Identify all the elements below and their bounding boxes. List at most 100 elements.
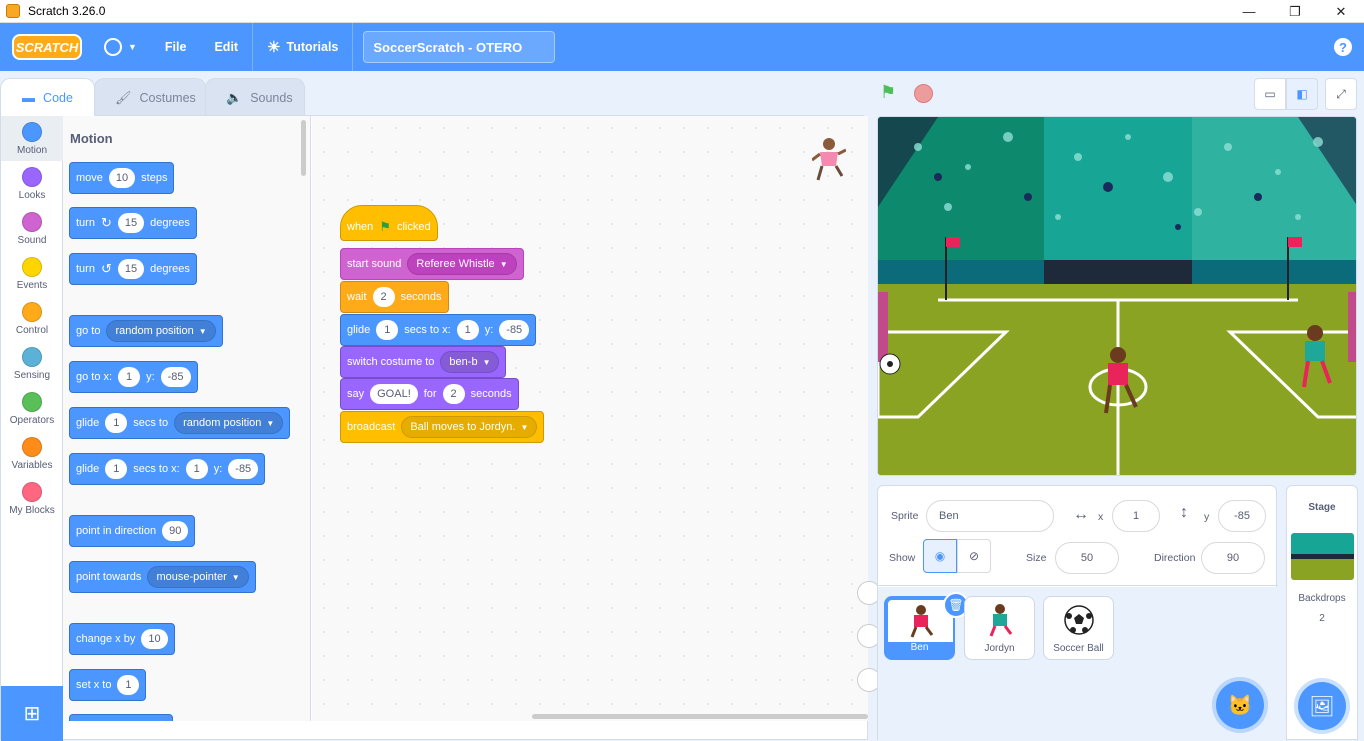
number-input[interactable]: 15: [117, 259, 145, 279]
category-sensing[interactable]: Sensing: [1, 341, 63, 386]
category-looks[interactable]: Looks: [1, 161, 63, 206]
project-title-input[interactable]: SoccerScratch - OTERO: [363, 31, 556, 63]
add-sprite-button[interactable]: 🐱: [1216, 681, 1264, 729]
stop-icon[interactable]: [914, 84, 933, 103]
block-move-steps[interactable]: move 10 steps: [69, 162, 175, 194]
tab-sounds[interactable]: 🔈 Sounds: [205, 78, 305, 116]
target-dropdown[interactable]: random position ▼: [174, 412, 284, 434]
tab-costumes[interactable]: 🖌 Costumes: [94, 78, 206, 116]
add-extension-button[interactable]: ⊞: [1, 686, 63, 741]
workspace-scrollbar[interactable]: [532, 714, 868, 719]
edit-menu[interactable]: Edit: [200, 23, 252, 71]
block-wait[interactable]: wait 2 seconds: [340, 281, 449, 313]
category-my-blocks[interactable]: My Blocks: [1, 476, 63, 521]
block-turn-right[interactable]: turn ↻ 15 degrees: [69, 207, 197, 239]
message-dropdown[interactable]: Ball moves to Jordyn. ▼: [401, 416, 538, 438]
restore-button[interactable]: ❐: [1272, 0, 1318, 23]
green-flag-icon[interactable]: ⚑: [880, 82, 896, 103]
x-input[interactable]: 1: [1112, 500, 1160, 532]
chevron-down-icon: ▼: [482, 357, 491, 367]
block-set-x[interactable]: set x to 1: [69, 669, 147, 701]
block-turn-left[interactable]: turn ↺ 15 degrees: [69, 253, 197, 285]
block-glide-xy[interactable]: glide 1 secs to x: 1 y: -85: [69, 453, 266, 485]
sound-dropdown[interactable]: Referee Whistle ▼: [407, 253, 517, 275]
choose-backdrop-button[interactable]: 🖼: [1298, 682, 1346, 730]
message-input[interactable]: GOAL!: [370, 384, 418, 404]
number-input[interactable]: 1: [117, 675, 140, 695]
target-dropdown[interactable]: mouse-pointer ▼: [147, 566, 249, 588]
palette-scrollbar[interactable]: [301, 120, 306, 176]
help-icon[interactable]: ?: [1334, 38, 1352, 56]
scratch-logo[interactable]: SCRATCH: [12, 34, 82, 60]
block-switch-costume[interactable]: switch costume to ben-b ▼: [340, 346, 507, 378]
sprite-tile-soccer-ball[interactable]: Soccer Ball: [1043, 596, 1114, 660]
category-operators[interactable]: Operators: [1, 386, 63, 431]
add-extension-icon: ⊞: [23, 703, 41, 725]
chevron-down-icon: ▼: [231, 572, 240, 582]
stage-selector[interactable]: Stage Backdrops 2 🖼: [1286, 485, 1358, 740]
show-visible-button[interactable]: ◉: [923, 539, 957, 573]
fullscreen-button[interactable]: ⤢: [1325, 78, 1357, 110]
cat-plus-icon: 🐱: [1227, 694, 1253, 717]
y-arrows-icon: ↕: [1180, 504, 1188, 521]
block-change-x[interactable]: change x by 10: [69, 623, 175, 655]
sprite-tile-ben[interactable]: Ben 🗑: [884, 592, 969, 660]
block-go-to-xy[interactable]: go to x: 1 y: -85: [69, 361, 198, 393]
category-control[interactable]: Control: [1, 296, 63, 341]
y-input[interactable]: -85: [499, 320, 530, 340]
chevron-down-icon: ▼: [128, 42, 137, 52]
direction-input[interactable]: 90: [162, 521, 189, 541]
x-input[interactable]: 1: [118, 367, 141, 387]
category-variables[interactable]: Variables: [1, 431, 63, 476]
number-input[interactable]: 15: [117, 213, 145, 233]
block-point-towards[interactable]: point towards mouse-pointer ▼: [69, 561, 256, 593]
block-go-to[interactable]: go to random position ▼: [69, 315, 223, 347]
block-broadcast[interactable]: broadcast Ball moves to Jordyn. ▼: [340, 411, 545, 443]
scratch-app-icon: [6, 4, 20, 18]
secs-input[interactable]: 1: [376, 320, 399, 340]
direction-label: Direction: [1154, 552, 1196, 564]
chevron-down-icon: ▼: [198, 326, 207, 336]
number-input[interactable]: 2: [442, 384, 465, 404]
direction-input[interactable]: 90: [1201, 542, 1265, 574]
sprite-tile-jordyn[interactable]: Jordyn: [964, 596, 1035, 660]
sprite-list: Ben 🗑 Jordyn Soccer Ball 🐱: [878, 587, 1278, 741]
category-sound[interactable]: Sound: [1, 206, 63, 251]
language-menu[interactable]: ▼: [90, 23, 151, 71]
close-button[interactable]: ✕: [1318, 0, 1364, 23]
block-start-sound[interactable]: start sound Referee Whistle ▼: [340, 248, 524, 280]
target-dropdown[interactable]: random position ▼: [106, 320, 216, 342]
rotate-left-icon: ↺: [100, 261, 112, 276]
normal-stage-button[interactable]: ◧: [1286, 78, 1318, 110]
y-input[interactable]: -85: [228, 459, 259, 479]
sprite-name-input[interactable]: Ben: [926, 500, 1054, 532]
stage-canvas[interactable]: [877, 116, 1357, 476]
secs-input[interactable]: 1: [105, 413, 128, 433]
block-glide-xy[interactable]: glide 1 secs to x: 1 y: -85: [340, 314, 537, 346]
number-input[interactable]: 10: [108, 168, 136, 188]
x-input[interactable]: 1: [185, 459, 208, 479]
tab-code[interactable]: ▬ Code: [0, 78, 95, 116]
y-input[interactable]: -85: [1218, 500, 1266, 532]
size-input[interactable]: 50: [1055, 542, 1119, 574]
y-input[interactable]: -85: [160, 367, 191, 387]
block-say-for[interactable]: say GOAL! for 2 seconds: [340, 378, 519, 410]
block-partial[interactable]: [69, 714, 173, 721]
file-menu[interactable]: File: [151, 23, 201, 71]
block-glide-to[interactable]: glide 1 secs to random position ▼: [69, 407, 291, 439]
sprite-preview-icon: [811, 136, 847, 182]
script-workspace[interactable]: when ⚑ clicked start sound Referee Whistle ▼…: [312, 116, 868, 721]
category-motion[interactable]: Motion: [1, 116, 63, 161]
number-input[interactable]: 10: [141, 629, 168, 649]
category-events[interactable]: Events: [1, 251, 63, 296]
costume-dropdown[interactable]: ben-b ▼: [440, 351, 500, 373]
x-input[interactable]: 1: [456, 320, 479, 340]
minimize-button[interactable]: —: [1226, 0, 1272, 23]
secs-input[interactable]: 1: [105, 459, 128, 479]
show-hidden-button[interactable]: ⊘: [957, 539, 991, 573]
number-input[interactable]: 2: [372, 287, 395, 307]
small-stage-button[interactable]: ▭: [1254, 78, 1286, 110]
block-when-flag-clicked[interactable]: when ⚑ clicked: [340, 205, 438, 241]
block-point-direction[interactable]: point in direction 90: [69, 515, 196, 547]
tutorials-menu[interactable]: ☀ Tutorials: [253, 23, 352, 71]
